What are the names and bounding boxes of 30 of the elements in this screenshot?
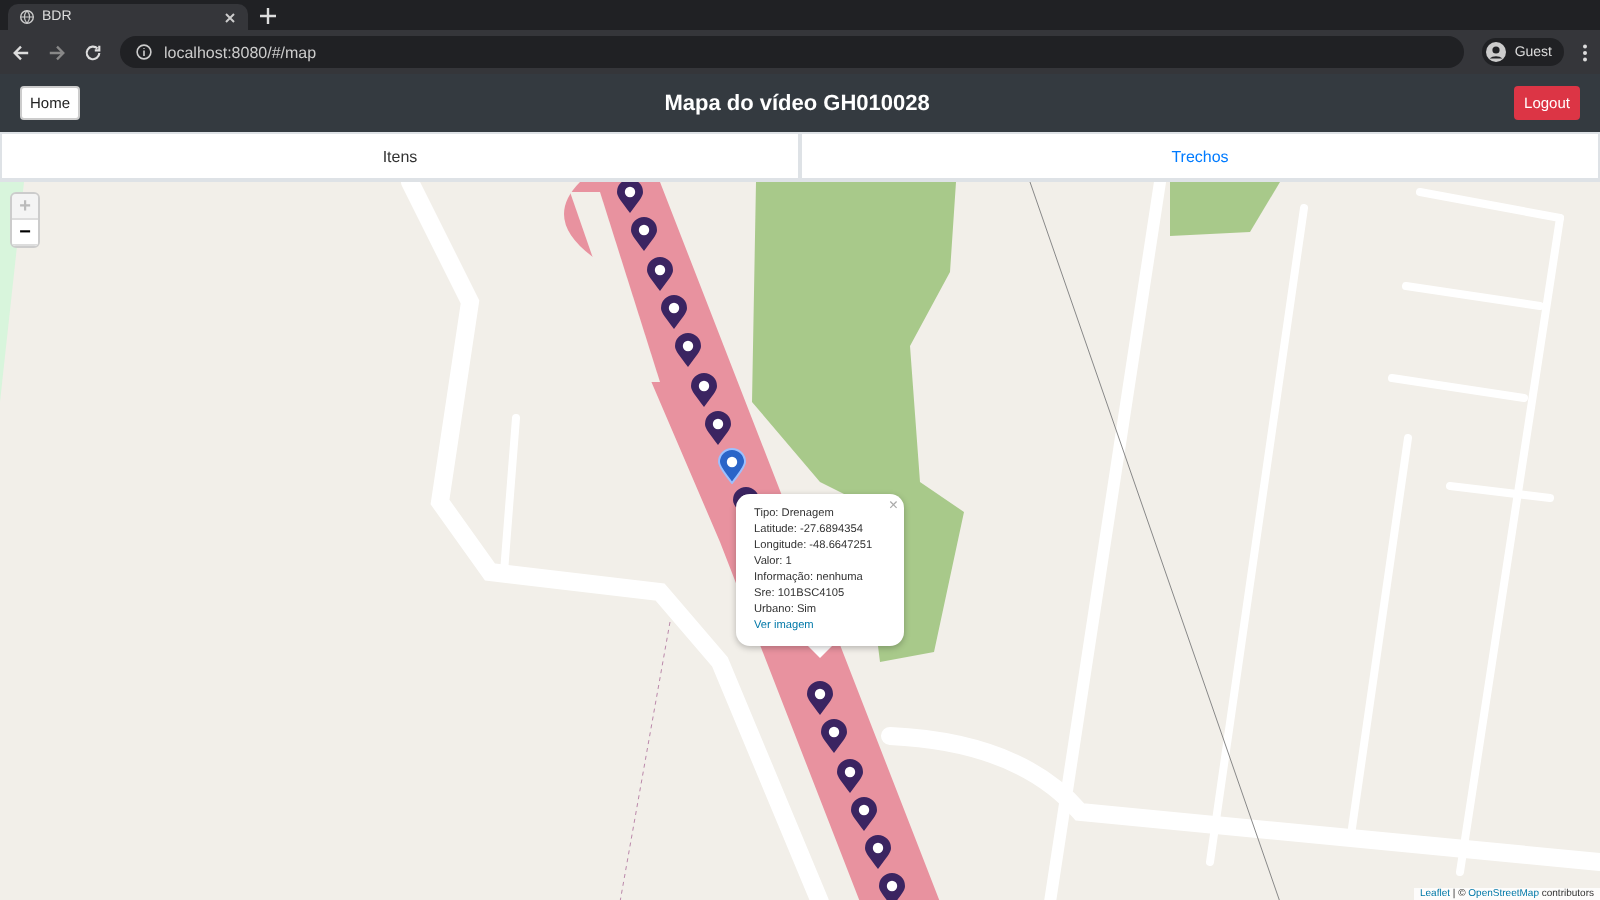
back-icon[interactable]: [12, 43, 30, 61]
close-icon[interactable]: [224, 11, 236, 23]
tab[interactable]: Trechos: [800, 132, 1600, 180]
zoom-out-button[interactable]: −: [12, 220, 38, 246]
map-marker[interactable]: [805, 679, 834, 716]
map-marker[interactable]: [630, 216, 659, 253]
new-tab-icon[interactable]: [260, 8, 276, 24]
map-marker[interactable]: [616, 182, 644, 214]
map-marker[interactable]: [718, 448, 747, 485]
map-marker[interactable]: [835, 757, 863, 793]
map-marker[interactable]: [849, 795, 878, 832]
person-icon: [1486, 42, 1507, 62]
popup-tip: [808, 646, 832, 658]
map-marker[interactable]: [645, 255, 674, 292]
map-marker[interactable]: [674, 332, 703, 369]
map-marker[interactable]: [659, 293, 688, 330]
map-marker[interactable]: [878, 872, 907, 900]
map-marker[interactable]: [864, 834, 893, 871]
map-marker[interactable]: [820, 718, 849, 755]
page-title: Mapa do vídeo GH010028: [664, 91, 930, 115]
globe-icon: [20, 10, 34, 24]
forward-icon[interactable]: [48, 43, 66, 61]
map-marker[interactable]: [689, 371, 717, 407]
url-text: localhost:8080/#/map: [164, 43, 317, 61]
address-bar[interactable]: localhost:8080/#/map: [120, 36, 1465, 68]
tab[interactable]: Itens: [0, 132, 800, 180]
menu-icon[interactable]: [1582, 43, 1588, 61]
map-marker[interactable]: [703, 409, 732, 446]
reload-icon[interactable]: [84, 43, 102, 61]
info-icon: [136, 44, 152, 60]
